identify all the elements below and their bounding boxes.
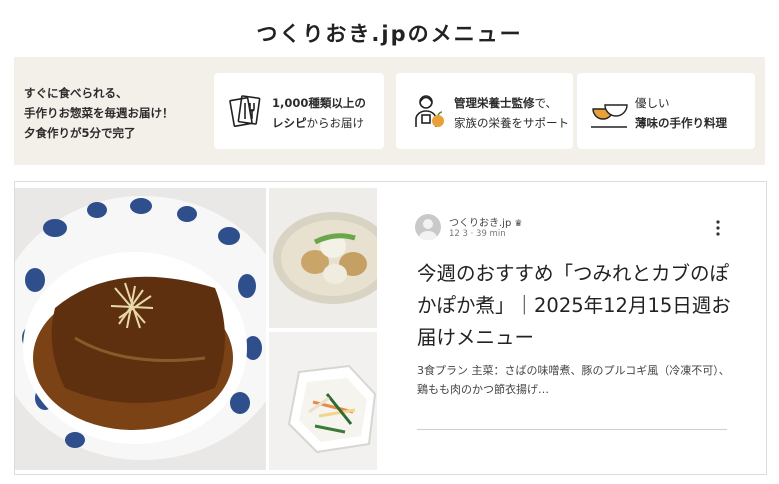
feature-recipes-line1: 1,000種類以上の bbox=[272, 96, 366, 110]
post-meta: 12 3 · 39 min bbox=[449, 229, 506, 239]
feature-recipes-text: 1,000種類以上の レシピからお届け bbox=[272, 93, 366, 133]
feature-light-taste-text: 優しい 薄味の手作り料理 bbox=[635, 93, 727, 133]
avatar[interactable] bbox=[415, 214, 441, 240]
feature-nutritionist-strong: 管理栄養士監修 bbox=[454, 96, 535, 110]
crown-icon: ♛ bbox=[514, 219, 523, 229]
post-excerpt: 3食プラン 主菜：さばの味噌煮、豚のプルコギ風（冷凍不可）、鶏もも肉のかつ節衣揚… bbox=[417, 364, 730, 396]
page-title: つくりおき.jpのメニュー bbox=[256, 22, 523, 46]
post-image-side-dish[interactable] bbox=[269, 332, 377, 470]
recipe-cards-icon bbox=[229, 95, 261, 128]
feature-recipes-rest: からお届け bbox=[306, 116, 365, 130]
feature-nutritionist-rest: で、 bbox=[534, 96, 558, 110]
feature-light-taste-strong: 薄味の手作り料理 bbox=[635, 116, 727, 130]
banner-lead-line: 手作りお惣菜を毎週お届け！ bbox=[24, 106, 174, 120]
banner-lead: すぐに食べられる、 手作りお惣菜を毎週お届け！ 夕食作りが5分で完了 bbox=[24, 83, 214, 143]
feature-banner: すぐに食べられる、 手作りお惣菜を毎週お届け！ 夕食作りが5分で完了 1,000… bbox=[14, 57, 765, 165]
banner-lead-line: すぐに食べられる、 bbox=[24, 86, 128, 100]
more-options-icon[interactable] bbox=[712, 218, 724, 238]
post-image-turnip-stew[interactable] bbox=[269, 188, 377, 328]
feature-recipes-strong: レシピ bbox=[272, 116, 307, 130]
post-card[interactable]: つくりおき.jp ♛ 12 3 · 39 min 今週のおすすめ「つみれとカブのぽ… bbox=[14, 181, 767, 475]
feature-nutritionist: 管理栄養士監修で、 家族の栄養をサポート bbox=[396, 73, 573, 149]
author-name[interactable]: つくりおき.jp ♛ bbox=[449, 214, 522, 229]
post-image-mackerel[interactable] bbox=[15, 188, 266, 470]
nutritionist-icon bbox=[415, 95, 444, 127]
feature-recipes: 1,000種類以上の レシピからお届け bbox=[214, 73, 384, 149]
feature-light-taste-line1: 優しい bbox=[635, 96, 670, 110]
author-name-text[interactable]: つくりおき.jp bbox=[449, 218, 511, 229]
feature-light-taste: 優しい 薄味の手作り料理 bbox=[577, 73, 755, 149]
post-title[interactable]: 今週のおすすめ「つみれとカブのぽかぽか煮」｜2025年12月15日週お届けメニュ… bbox=[417, 258, 747, 354]
banner-lead-line: 夕食作りが5分で完了 bbox=[24, 126, 136, 140]
divider bbox=[417, 429, 727, 430]
feature-nutritionist-line2: 家族の栄養をサポート bbox=[454, 116, 569, 130]
bowls-icon bbox=[591, 104, 628, 128]
feature-nutritionist-text: 管理栄養士監修で、 家族の栄養をサポート bbox=[454, 93, 569, 133]
